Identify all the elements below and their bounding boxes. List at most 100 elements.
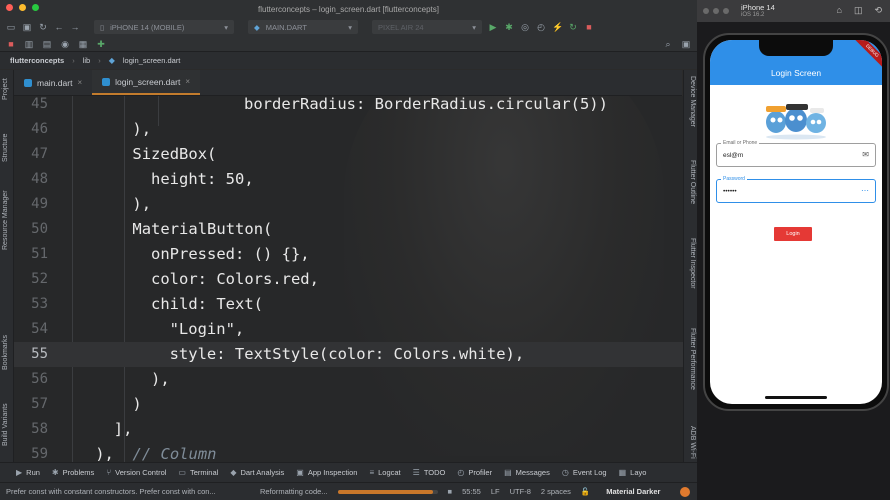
sync-icon[interactable]: ↻ [38,22,48,32]
close-dot[interactable] [6,4,13,11]
tool-build-variants[interactable]: Build Variants [2,403,9,446]
folder-icon[interactable]: ▭ [6,22,16,32]
breadcrumb-lib[interactable]: lib [83,56,91,65]
tool-bookmarks[interactable]: Bookmarks [2,335,9,370]
code-line[interactable]: 58], [14,417,683,442]
file-encoding[interactable]: UTF-8 [510,487,531,496]
minimize-dot[interactable] [19,4,26,11]
code-line[interactable]: 54 "Login", [14,317,683,342]
sdk-manager-icon[interactable]: ▥ [24,39,34,49]
code-line[interactable]: 57) [14,392,683,417]
maximize-dot[interactable] [32,4,39,11]
code-line[interactable]: 56), [14,367,683,392]
code-line[interactable]: 45 borderRadius: BorderRadius.circular(5)… [14,96,683,117]
tool-event-log[interactable]: ◷ Event Log [562,468,607,477]
breadcrumb-project[interactable]: flutterconcepts [10,56,64,65]
home-icon[interactable]: ⌂ [837,5,842,16]
tool-version-control[interactable]: ⑂ Version Control [106,468,166,477]
code-line[interactable]: 55 style: TextStyle(color: Colors.white), [14,342,683,367]
coverage-icon[interactable]: ◎ [520,22,530,32]
code-line[interactable]: 53 child: Text( [14,292,683,317]
password-field[interactable]: Password •••••• ⋯ [716,176,876,203]
tab-login-screen-dart[interactable]: login_screen.dart × [92,70,200,95]
tool-dart-analysis[interactable]: ◆ Dart Analysis [230,468,284,477]
line-separator[interactable]: LF [491,487,500,496]
stop-icon[interactable]: ■ [584,22,594,32]
code-line[interactable]: 49), [14,192,683,217]
code-line[interactable]: 50 MaterialButton( [14,217,683,242]
tool-device-manager[interactable]: Device Manager [689,76,696,127]
code-text: ), [151,370,170,388]
tool-flutter-inspector[interactable]: Flutter Inspector [689,238,696,289]
profile-icon[interactable]: ◴ [536,22,546,32]
layout-icon: ▦ [618,468,627,477]
tool-flutter-outline[interactable]: Flutter Outline [689,160,696,204]
login-button[interactable]: Login [774,227,812,241]
tool-resource-manager[interactable]: Resource Manager [2,190,9,250]
home-indicator [765,396,827,399]
plugin-icon[interactable]: ✚ [96,39,106,49]
device-selector-2[interactable]: PIXEL AIR 24 ▾ [372,20,482,34]
inspector-icon[interactable]: ◉ [60,39,70,49]
tool-logcat[interactable]: ≡ Logcat [369,468,400,477]
email-field[interactable]: Email or Phone esl@m ✉ [716,140,876,167]
close-icon[interactable]: × [77,78,82,87]
save-icon[interactable]: ▣ [22,22,32,32]
settings-icon[interactable]: ▣ [681,39,691,49]
lock-icon[interactable]: 🔓 [581,487,590,496]
maximize-dot[interactable] [723,8,729,14]
code-editor[interactable]: 45 borderRadius: BorderRadius.circular(5)… [14,96,683,462]
rotate-icon[interactable]: ⟲ [874,5,882,16]
indent-setting[interactable]: 2 spaces [541,487,571,496]
close-dot[interactable] [703,8,709,14]
tool-adb-wifi[interactable]: ADB Wi-Fi [689,426,696,459]
code-line[interactable]: 51 onPressed: () {}, [14,242,683,267]
hot-restart-icon[interactable]: ↻ [568,22,578,32]
hot-reload-icon[interactable]: ⚡ [552,22,563,32]
stop-task-icon[interactable]: ■ [448,487,453,496]
code-line[interactable]: 48 height: 50, [14,167,683,192]
code-line[interactable]: 52 color: Colors.red, [14,267,683,292]
run-icon[interactable]: ▶ [488,22,498,32]
status-message[interactable]: Prefer const with constant constructors.… [6,487,250,496]
tool-profiler[interactable]: ◴ Profiler [457,468,492,477]
screenshot-icon[interactable]: ◫ [854,5,863,16]
code-line[interactable]: 59), // Column [14,442,683,462]
tool-todo[interactable]: ☰ TODO [413,468,446,477]
layout-icon[interactable]: ▦ [78,39,88,49]
breadcrumb-file[interactable]: login_screen.dart [123,56,181,65]
tool-app-inspection[interactable]: ▣ App Inspection [296,468,357,477]
window-controls [6,4,39,11]
code-line[interactable]: 47 SizedBox( [14,142,683,167]
minimize-dot[interactable] [713,8,719,14]
tab-main-dart[interactable]: main.dart × [14,70,92,95]
status-bar: Prefer const with constant constructors.… [0,482,697,500]
debug-icon[interactable]: ✱ [504,22,514,32]
code-text: color: Colors.red, [151,270,319,288]
avd-manager-icon[interactable]: ▤ [42,39,52,49]
tool-project[interactable]: Project [2,78,9,100]
tool-problems[interactable]: ✱ Problems [52,468,94,477]
simulator-titlebar: iPhone 14 iOS 16.2 ⌂ ◫ ⟲ [697,0,890,22]
forward-icon[interactable]: → [70,22,80,32]
run-config-selector[interactable]: ◆ MAIN.DART ▾ [248,20,358,34]
tool-structure[interactable]: Structure [2,134,9,162]
back-icon[interactable]: ← [54,22,64,32]
code-text: ) [132,395,142,413]
search-icon[interactable]: ⌕ [663,39,673,49]
code-line[interactable]: 46), [14,117,683,142]
device-selector[interactable]: ▯ iPHONE 14 (MOBILE) ▾ [94,20,234,34]
close-icon[interactable]: × [185,77,190,86]
tool-messages[interactable]: ▤ Messages [504,468,550,477]
dynamic-notch [759,40,833,56]
tool-run[interactable]: ▶ Run [16,468,40,477]
caret-position[interactable]: 55:55 [462,487,481,496]
notification-icon[interactable] [680,486,691,497]
tool-layout[interactable]: ▦ Layo [619,468,647,477]
chevron-down-icon: ▾ [348,22,352,32]
dart-icon: ◆ [254,22,260,32]
tool-flutter-performance[interactable]: Flutter Performance [689,328,696,390]
stop-all-icon[interactable]: ■ [6,39,16,49]
tool-terminal[interactable]: ▭ Terminal [178,468,218,477]
theme-name[interactable]: Material Darker [606,487,660,496]
